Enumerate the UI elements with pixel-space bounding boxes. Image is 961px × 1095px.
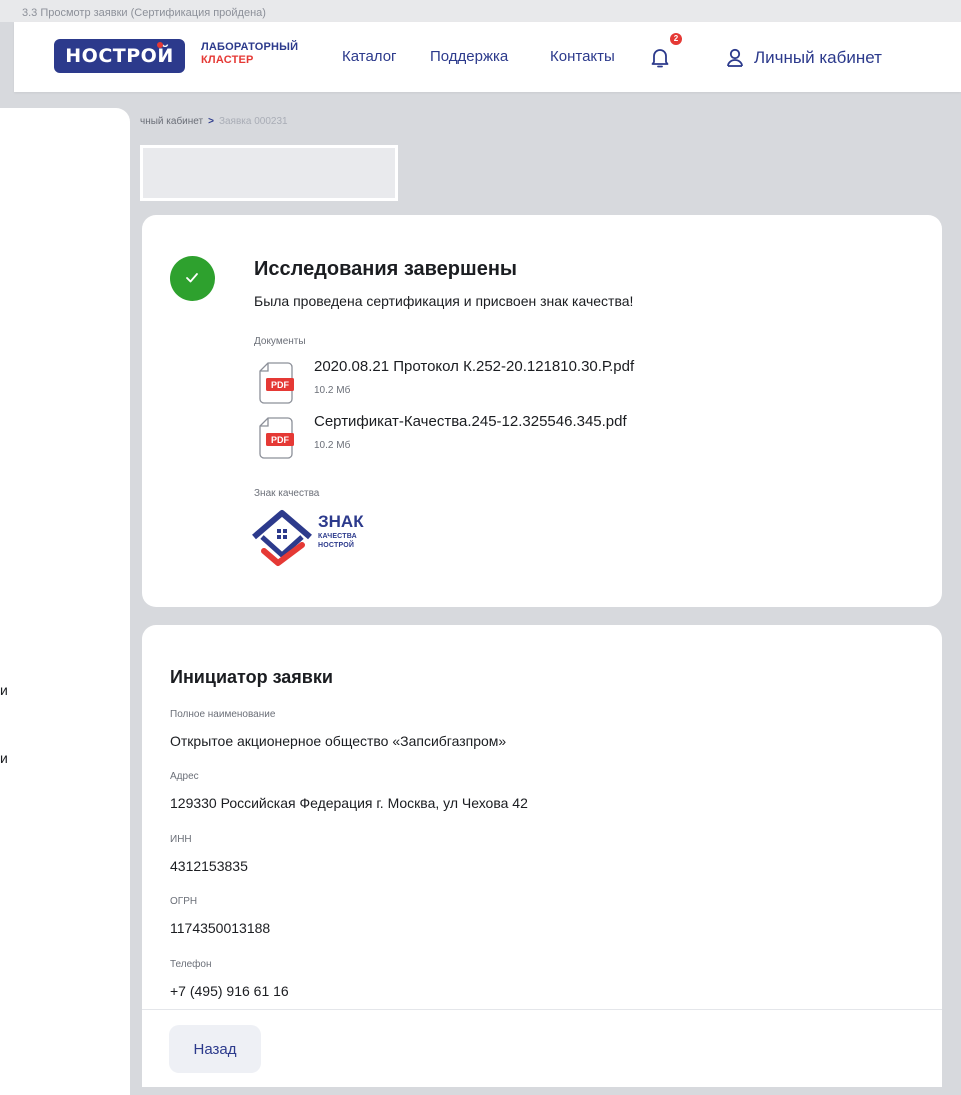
bell-icon[interactable] [650,47,670,69]
sidebar: и и [0,108,130,1095]
field-label-full-name: Полное наименование [170,709,276,720]
breadcrumb: чный кабинет > Заявка 000231 [140,116,288,127]
quality-mark-house-icon [252,510,312,566]
quality-mark-text: ЗНАК КАЧЕСТВА НОСТРОЙ [318,513,364,549]
document-item[interactable]: PDF 2020.08.21 Протокол К.252-20.121810.… [254,358,854,408]
field-label-address: Адрес [170,771,199,782]
brand-line-2: КЛАСТЕР [201,54,254,66]
quality-mark-line-2: КАЧЕСТВА [318,533,357,540]
field-value-phone: +7 (495) 916 61 16 [170,983,289,999]
quality-mark-line-3: НОСТРОЙ [318,542,355,549]
documents-label: Документы [254,336,306,347]
field-value-address: 129330 Российская Федерация г. Москва, у… [170,795,528,811]
nostroy-logo[interactable]: НОСТРОЙ [54,39,185,73]
pdf-file-icon: PDF [259,417,294,459]
status-title: Исследования завершены [254,258,517,280]
cabinet-label: Личный кабинет [754,48,882,67]
page-title-placeholder [140,145,398,201]
frame-caption: 3.3 Просмотр заявки (Сертификация пройде… [0,0,961,22]
field-value-full-name: Открытое акционерное общество «Запсибгаз… [170,733,507,749]
brand-line-1: ЛАБОРАТОРНЫЙ [201,41,299,53]
document-name[interactable]: Сертификат-Качества.245-12.325546.345.pd… [314,413,627,430]
field-label-phone: Телефон [170,959,212,970]
field-value-inn: 4312153835 [170,858,248,874]
user-icon [727,48,743,67]
brand-subtitle: ЛАБОРАТОРНЫЙ КЛАСТЕР [201,41,298,67]
top-navigation-bar: НОСТРОЙ ЛАБОРАТОРНЫЙ КЛАСТЕР Каталог Под… [14,22,961,92]
bottom-divider [142,1087,942,1095]
document-item[interactable]: PDF Сертификат-Качества.245-12.325546.34… [254,413,854,463]
initiator-title: Инициатор заявки [170,667,333,687]
logo-text: НОСТРОЙ [65,45,174,67]
document-size: 10.2 Мб [314,385,351,396]
notification-badge: 2 [670,33,682,45]
pdf-badge: PDF [271,435,290,445]
sidebar-item-partial-2[interactable]: и [0,750,8,766]
document-name[interactable]: 2020.08.21 Протокол К.252-20.121810.30.Р… [314,358,634,375]
breadcrumb-separator: > [208,116,214,127]
status-subtitle: Была проведена сертификация и присвоен з… [254,293,634,309]
sidebar-item-partial-1[interactable]: и [0,682,8,698]
pdf-badge: PDF [271,380,290,390]
pdf-file-icon: PDF [259,362,294,404]
personal-cabinet-link[interactable]: Личный кабинет [726,46,926,70]
field-label-inn: ИНН [170,834,192,845]
quality-mark-label: Знак качества [254,488,320,499]
breadcrumb-parent-link[interactable]: чный кабинет [140,116,203,127]
success-check-icon [170,256,215,301]
field-value-ogrn: 1174350013188 [170,920,271,936]
footer-action-bar: Назад [142,1009,942,1087]
back-button[interactable]: Назад [169,1025,261,1073]
nav-link-support[interactable]: Поддержка [430,48,508,65]
field-label-ogrn: ОГРН [170,896,198,907]
quality-mark-word: ЗНАК [318,512,364,531]
certification-status-card: Исследования завершены Была проведена се… [142,215,942,607]
breadcrumb-current: Заявка 000231 [218,116,288,127]
quality-mark-logo: ЗНАК КАЧЕСТВА НОСТРОЙ [250,507,390,573]
nav-link-contacts[interactable]: Контакты [550,48,615,65]
logo-dot [157,42,163,48]
nav-link-catalog[interactable]: Каталог [342,48,397,65]
document-size: 10.2 Мб [314,440,351,451]
